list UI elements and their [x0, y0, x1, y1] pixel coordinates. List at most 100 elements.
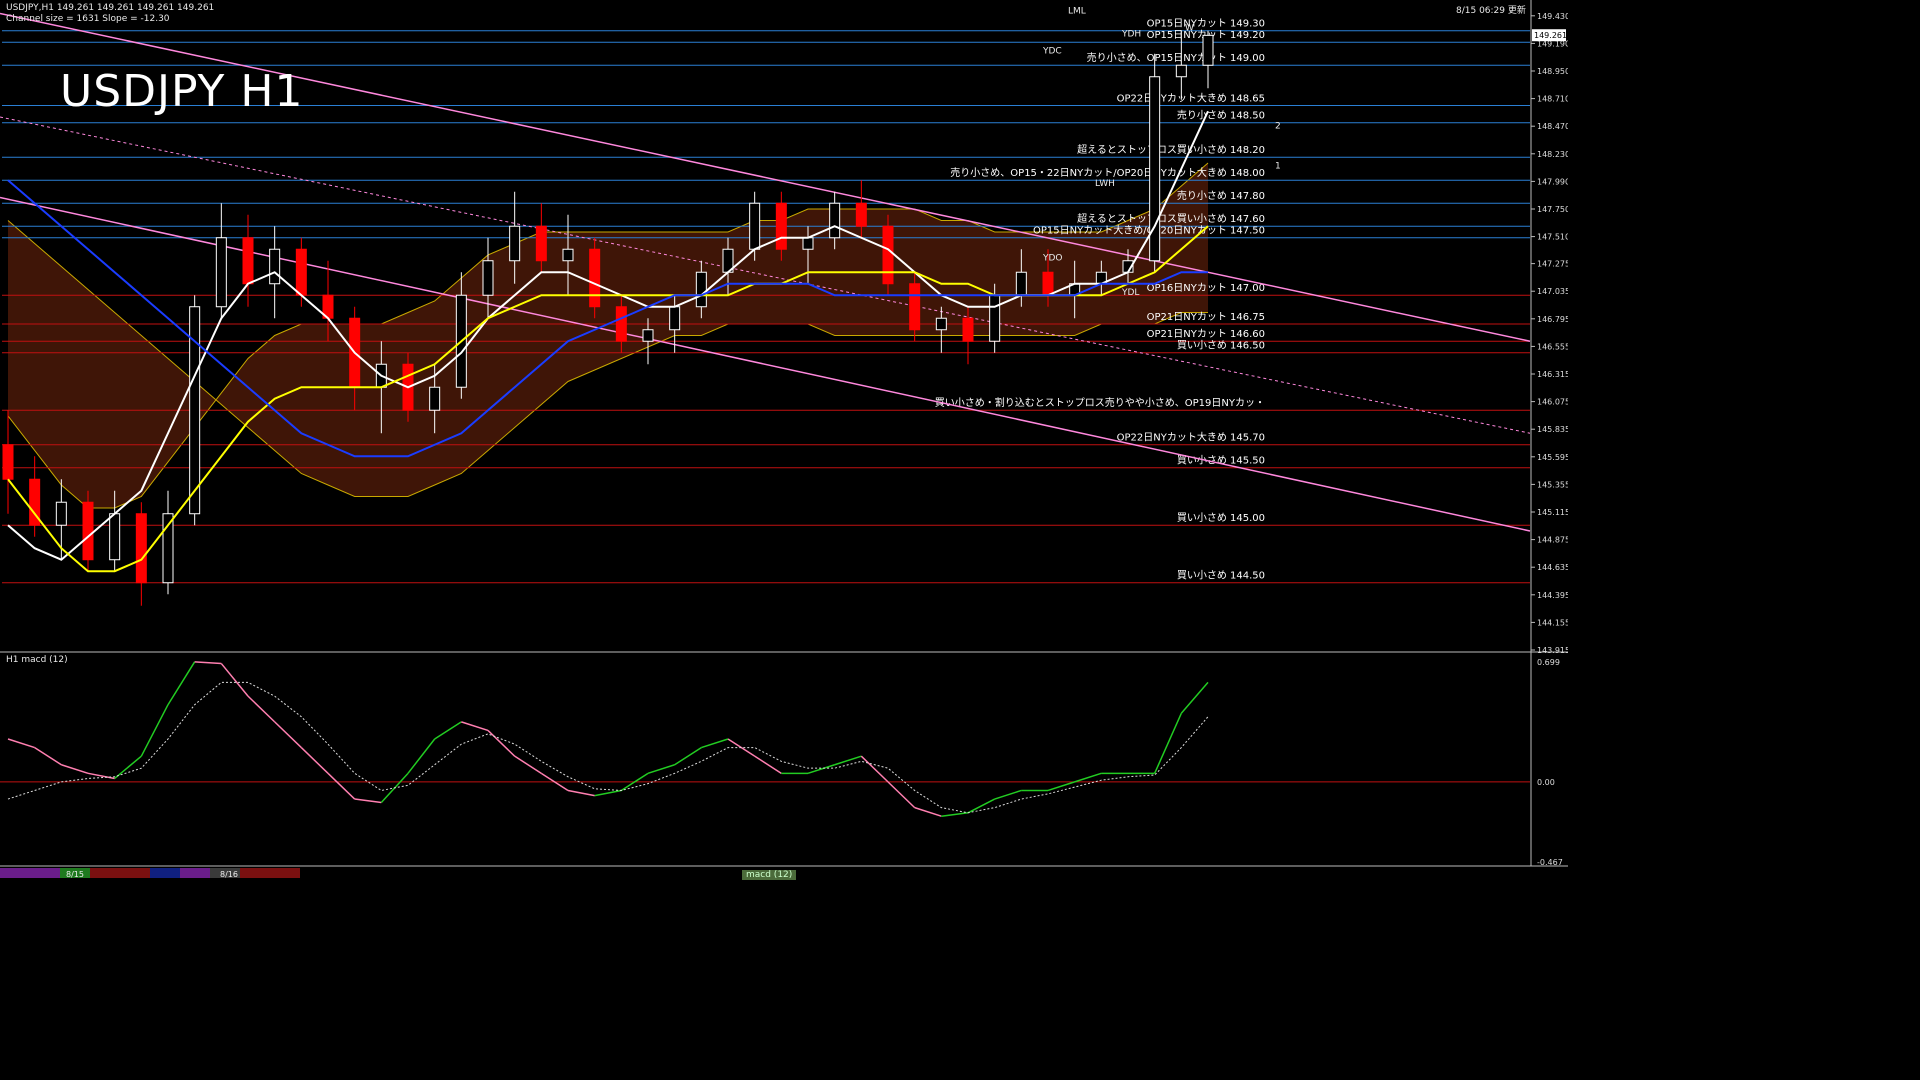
y-tick-label: 144.635 [1537, 563, 1568, 572]
candle-body [1202, 34, 1214, 66]
y-tick-label: 148.950 [1537, 67, 1568, 76]
candle-body [802, 237, 814, 250]
y-tick-label: 147.510 [1537, 233, 1568, 242]
candle-body [855, 202, 867, 227]
y-tick-label: 146.795 [1537, 315, 1568, 324]
y-tick-label: 148.470 [1537, 122, 1568, 131]
candle-body [55, 501, 67, 526]
price-level-label: OP22日NYカット大きめ 145.70 [1117, 431, 1265, 444]
y-tick-label: 144.155 [1537, 618, 1568, 627]
candle-body [135, 513, 147, 584]
candle-body [589, 248, 601, 308]
x-date-label: 8/16 [220, 870, 238, 879]
candle-body [1175, 64, 1187, 78]
price-level-label: OP15日NYカット 149.30 [1147, 18, 1265, 30]
price-level-label: OP21日NYカット 146.75 [1147, 311, 1265, 323]
marker-ydh: YDH [1121, 29, 1141, 39]
macd-tick-label: 0.00 [1537, 778, 1555, 787]
candle-body [962, 317, 974, 342]
candle-body [615, 306, 627, 342]
candle-body [669, 306, 681, 331]
session-segment [30, 868, 60, 878]
candle-body [109, 513, 121, 561]
y-tick-label: 145.355 [1537, 480, 1568, 489]
y-tick-label: 148.230 [1537, 150, 1568, 159]
price-level-label: 売り小さめ 148.50 [1177, 109, 1265, 122]
marker-w: W [1185, 24, 1194, 34]
price-level-label: 売り小さめ 147.80 [1177, 189, 1265, 202]
symbol-header: USDJPY,H1 149.261 149.261 149.261 149.26… [6, 3, 215, 13]
candle-body [909, 283, 921, 331]
marker-ydo: YDO [1042, 254, 1063, 264]
channel-info: Channel size = 1631 Slope = -12.30 [6, 14, 170, 24]
price-level-label: 超えるとストップロス買い小さめ 147.60 [1077, 212, 1265, 225]
candle-body [295, 248, 307, 296]
current-price-label: 149.261 [1534, 31, 1567, 40]
price-level-label: OP22日NYカット大きめ 148.65 [1117, 91, 1265, 104]
price-level-label: 買い小さめ 146.50 [1177, 340, 1265, 352]
candle-body [1015, 271, 1027, 296]
price-chart[interactable]: OP15日NYカット 149.30OP15日NYカット 149.20売り小さめ、… [0, 0, 1568, 882]
y-tick-label: 146.075 [1537, 398, 1568, 407]
candle-body [2, 444, 14, 480]
y-tick-label: 146.555 [1537, 342, 1568, 351]
marker-1: 1 [1275, 162, 1281, 172]
candle-body [695, 271, 707, 308]
candle-body [749, 202, 761, 250]
session-segment [90, 868, 120, 878]
candle-body [242, 237, 254, 285]
candle-body [829, 202, 841, 239]
candle-body [642, 329, 654, 342]
price-level-label: 超えるとストップロス買い小さめ 148.20 [1077, 143, 1265, 156]
price-level-label: 売り小さめ、OP15日NYカット 149.00 [1087, 51, 1265, 64]
y-tick-label: 145.595 [1537, 453, 1568, 462]
candle-body [429, 386, 441, 411]
marker-2: 2 [1275, 121, 1281, 131]
marker-ydl: YDL [1121, 288, 1139, 298]
session-segment [180, 868, 210, 878]
session-segment [120, 868, 150, 878]
candle-body [935, 317, 947, 331]
session-segment [270, 868, 300, 878]
y-tick-label: 144.395 [1537, 591, 1568, 600]
chart-title: USDJPY H1 [60, 66, 304, 117]
candle-body [562, 248, 574, 262]
price-level-label: OP21日NYカット 146.60 [1147, 328, 1265, 340]
candle-body [269, 248, 281, 285]
macd-tab[interactable]: macd (12) [742, 870, 797, 880]
candle-body [215, 237, 227, 308]
candle-body [482, 260, 494, 296]
candle-body [535, 225, 547, 262]
macd-label: H1 macd (12) [6, 655, 68, 665]
candle-body [989, 294, 1001, 342]
candle-body [775, 202, 787, 250]
price-level-label: 買い小さめ 145.00 [1177, 512, 1265, 524]
price-level-label: 買い小さめ・割り込むとストップロス売りやや小さめ、OP19日NYカッ・ [935, 396, 1265, 409]
y-tick-label: 147.275 [1537, 260, 1568, 269]
marker-lml: LML [1068, 6, 1086, 16]
y-tick-label: 147.035 [1537, 287, 1568, 296]
macd-tick-label: -0.467 [1537, 858, 1563, 867]
candle-body [1042, 271, 1054, 296]
marker-ydc: YDC [1042, 47, 1062, 57]
background [0, 0, 1568, 882]
price-level-label: 買い小さめ 144.50 [1177, 570, 1265, 582]
y-tick-label: 144.875 [1537, 536, 1568, 545]
candle-body [882, 225, 894, 285]
candle-body [509, 225, 521, 262]
y-tick-label: 147.990 [1537, 177, 1568, 186]
y-tick-label: 143.915 [1537, 646, 1568, 655]
price-level-label: 売り小さめ、OP15・22日NYカット/OP20日NYカット大きめ 148.00 [950, 166, 1265, 179]
y-tick-label: 149.430 [1537, 12, 1568, 21]
y-tick-label: 148.710 [1537, 95, 1568, 104]
candle-body [82, 501, 94, 561]
session-segment [240, 868, 270, 878]
marker-lwh: LWH [1095, 179, 1115, 189]
y-tick-label: 146.315 [1537, 370, 1568, 379]
macd-tick-label: 0.699 [1537, 658, 1560, 667]
y-tick-label: 147.750 [1537, 205, 1568, 214]
session-segment [150, 868, 180, 878]
session-segment [0, 868, 30, 878]
y-tick-label: 145.115 [1537, 508, 1568, 517]
y-tick-label: 145.835 [1537, 425, 1568, 434]
